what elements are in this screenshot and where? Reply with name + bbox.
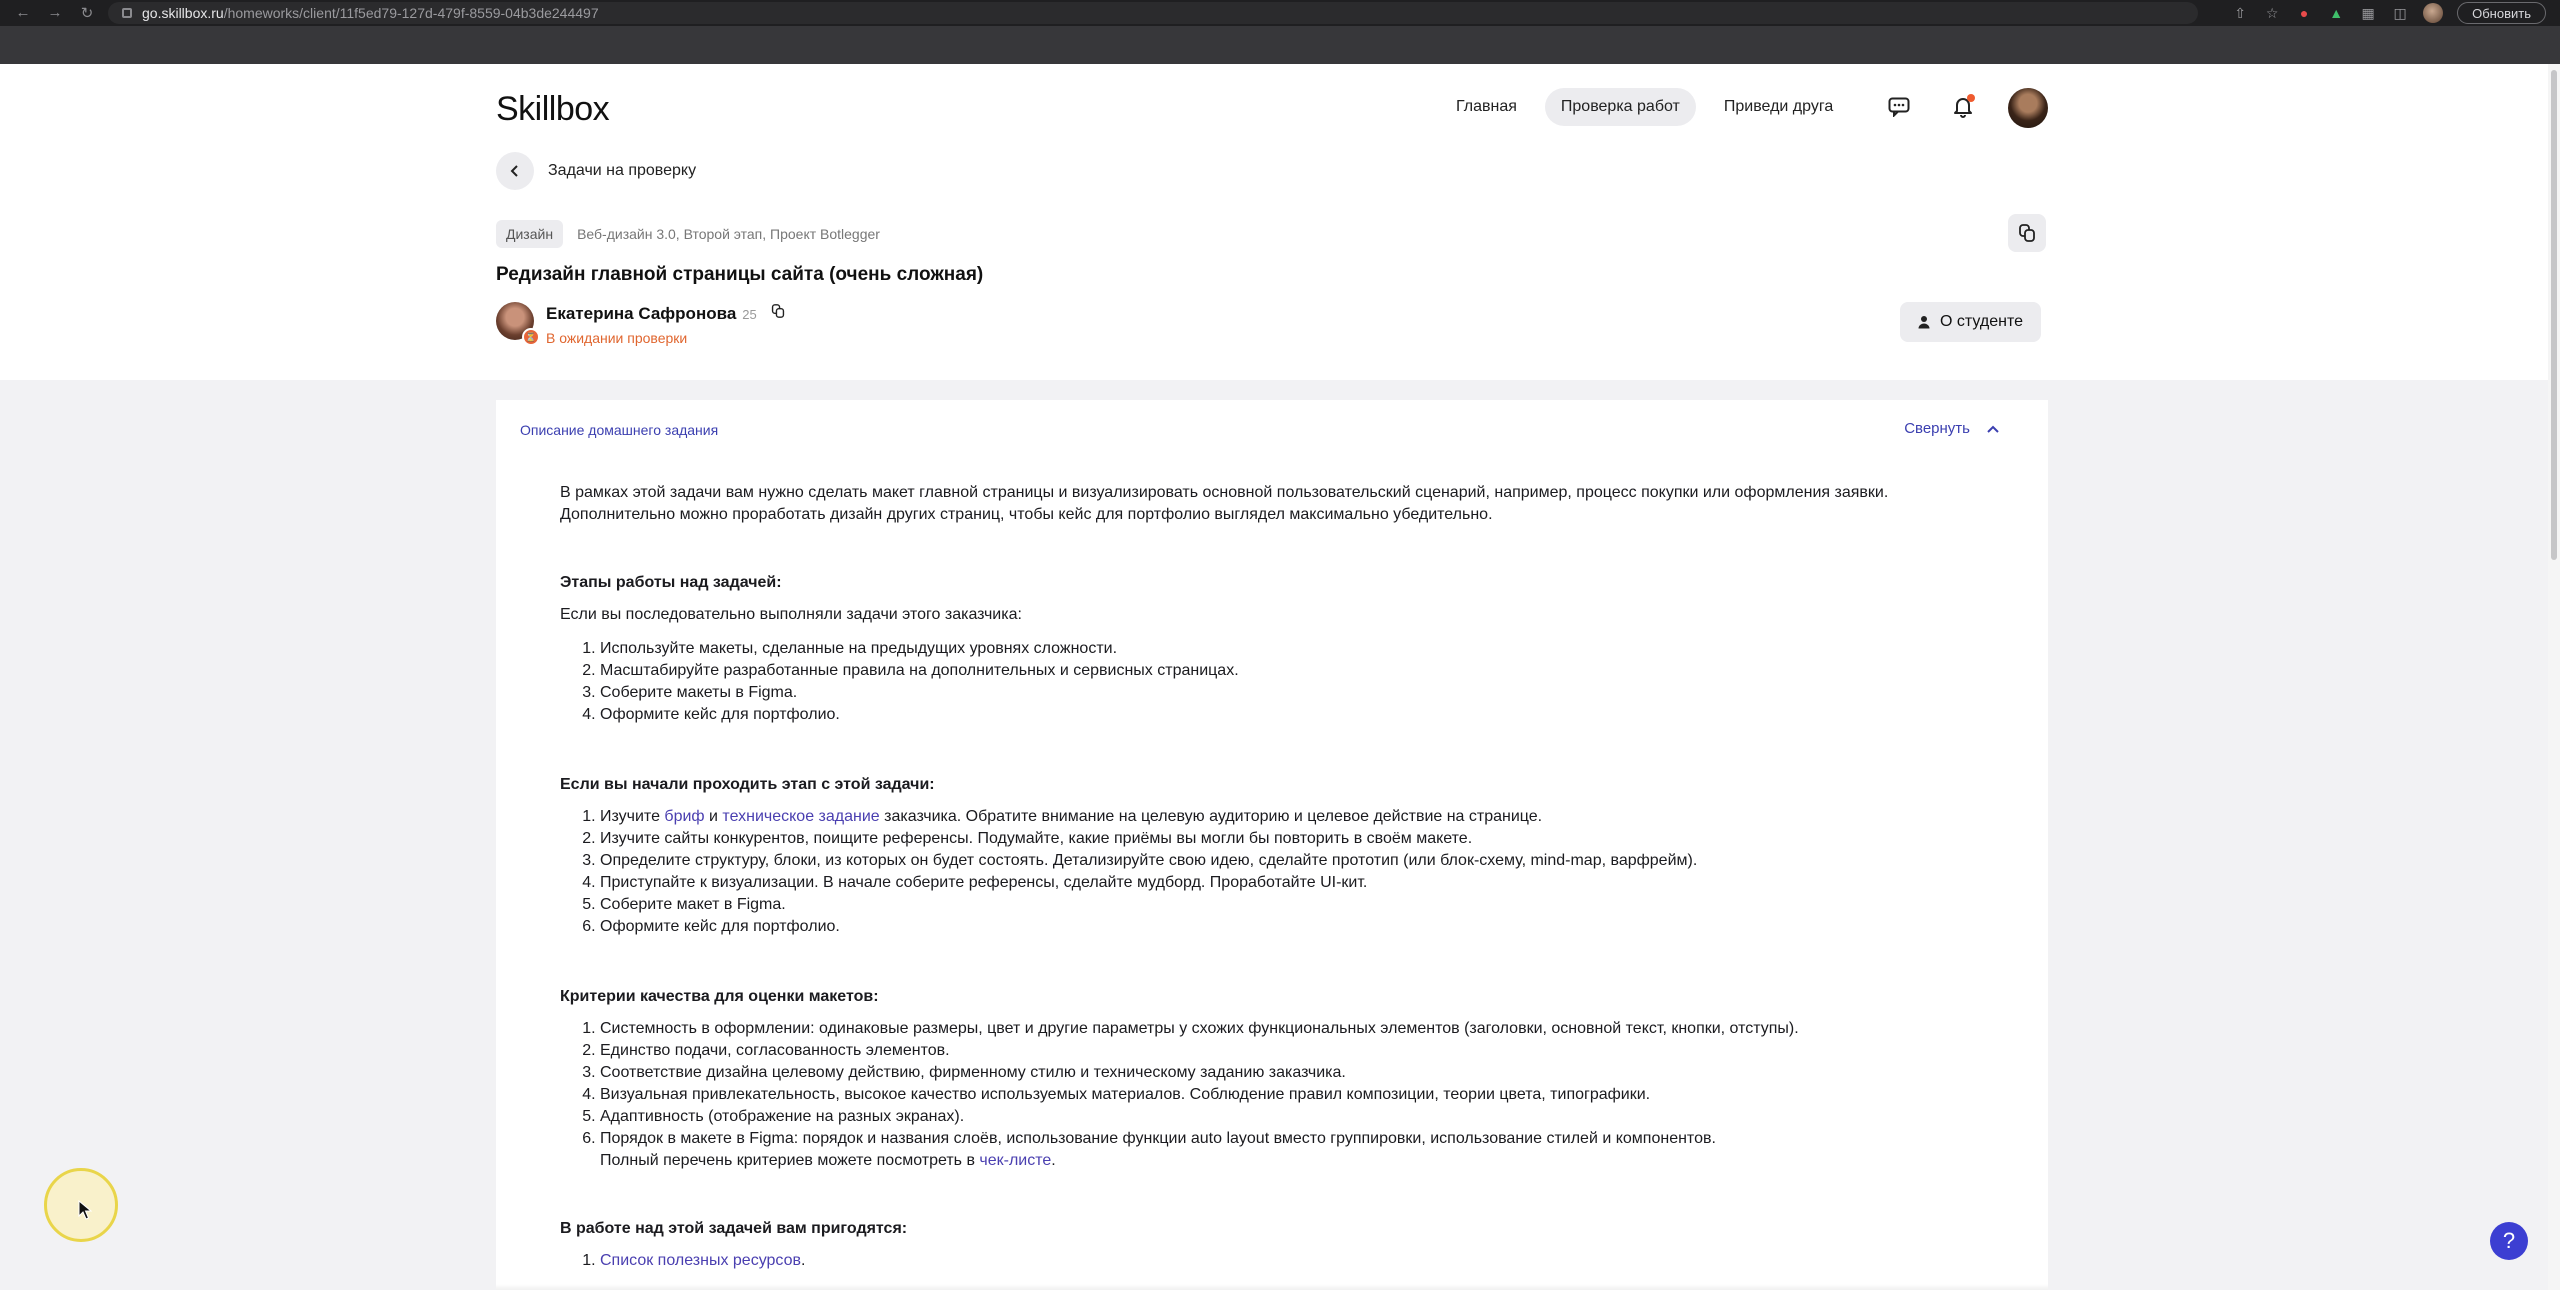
scrollbar-thumb[interactable]	[2551, 70, 2557, 560]
chevron-left-icon	[510, 165, 518, 177]
copy-icon	[2019, 224, 2035, 242]
homework-description-card: Описание домашнего задания Свернуть В ра…	[496, 400, 2048, 1290]
user-avatar[interactable]	[2008, 88, 2048, 128]
list-item: Список полезных ресурсов.	[600, 1250, 2000, 1272]
useful-resources-link[interactable]: Список полезных ресурсов	[600, 1252, 801, 1269]
description-body: В рамках этой задачи вам нужно сделать м…	[560, 482, 2000, 1272]
copy-student-button[interactable]	[771, 303, 785, 324]
list-item: Используйте макеты, сделанные на предыду…	[600, 638, 2000, 660]
browser-actions: ⇧ ☆ ● ▲ ▦ ◫ Обновить	[2231, 2, 2546, 24]
list-item: Изучите бриф и техническое задание заказ…	[600, 806, 2000, 828]
list-item: Изучите сайты конкурентов, поищите рефер…	[600, 828, 2000, 850]
about-student-button[interactable]: О студенте	[1900, 302, 2041, 342]
bookmarks-strip	[0, 26, 2560, 64]
copy-link-button[interactable]	[2008, 214, 2046, 252]
criteria-title: Критерии качества для оценки макетов:	[560, 988, 879, 1005]
nav-item-home[interactable]: Главная	[1440, 88, 1533, 126]
category-tag: Дизайн	[496, 220, 564, 248]
chat-icon[interactable]	[1882, 90, 1916, 124]
list-item: Оформите кейс для портфолио.	[600, 704, 2000, 726]
profile-avatar-icon[interactable]	[2423, 3, 2444, 23]
list-item: Определите структуру, блоки, из которых …	[600, 850, 2000, 872]
back-link-label[interactable]: Задачи на проверку	[548, 162, 696, 180]
bell-icon[interactable]	[1946, 90, 1980, 124]
useful-list: Список полезных ресурсов.	[600, 1250, 2000, 1272]
stages-title: Этапы работы над задачей:	[560, 574, 782, 591]
brief-link[interactable]: бриф	[664, 808, 704, 825]
list-item: Порядок в макете в Figma: порядок и назв…	[600, 1128, 2000, 1172]
list-item: Адаптивность (отображение на разных экра…	[600, 1106, 2000, 1128]
tech-spec-link[interactable]: техническое задание	[722, 808, 879, 825]
sidebar-icon[interactable]: ◫	[2391, 4, 2409, 22]
intro-line-1: В рамках этой задачи вам нужно сделать м…	[560, 484, 1889, 501]
student-age: 25	[742, 307, 757, 322]
task-title: Редизайн главной страницы сайта (очень с…	[496, 264, 984, 285]
review-status: В ожидании проверки	[546, 330, 688, 346]
list-item: Системность в оформлении: одинаковые раз…	[600, 1018, 2000, 1040]
about-student-label: О студенте	[1940, 313, 2023, 330]
start-list: Изучите бриф и техническое задание заказ…	[600, 806, 2000, 938]
browser-toolbar: ← → ↻ go.skillbox.ru/homeworks/client/11…	[0, 0, 2560, 26]
list-item: Единство подачи, согласованность элемент…	[600, 1040, 2000, 1062]
puzzle-extensions-icon[interactable]: ▦	[2359, 4, 2377, 22]
copy-icon	[771, 304, 784, 318]
useful-title: В работе над этой задачей вам пригодятся…	[560, 1220, 908, 1237]
mouse-cursor-icon	[78, 1200, 92, 1220]
back-arrow-icon[interactable]: ←	[14, 4, 32, 22]
reload-icon[interactable]: ↻	[78, 4, 96, 22]
forward-arrow-icon[interactable]: →	[46, 4, 64, 22]
back-navigation: Задачи на проверку	[496, 152, 696, 190]
list-item: Соберите макеты в Figma.	[600, 682, 2000, 704]
criteria-note: Полный перечень критериев можете посмотр…	[600, 1152, 1056, 1169]
lock-icon	[122, 8, 132, 18]
intro-line-2: Дополнительно можно проработать дизайн д…	[560, 506, 1493, 523]
skillbox-logo[interactable]: Skillbox	[496, 90, 610, 129]
checklist-link[interactable]: чек-листе	[979, 1152, 1051, 1169]
collapse-label: Свернуть	[1904, 420, 1970, 437]
back-button[interactable]	[496, 152, 534, 190]
student-info: ⏳ Екатерина Сафронова 25 В ожидании пров…	[496, 302, 785, 346]
nav-item-review[interactable]: Проверка работ	[1544, 88, 1696, 126]
list-item: Соберите макет в Figma.	[600, 894, 2000, 916]
collapse-button[interactable]: Свернуть	[1904, 420, 2000, 437]
stages-list: Используйте макеты, сделанные на предыду…	[600, 638, 2000, 726]
chevron-up-icon	[1987, 425, 1999, 433]
student-avatar: ⏳	[496, 302, 540, 346]
help-button[interactable]: ?	[2490, 1222, 2528, 1260]
browser-nav: ← → ↻	[0, 4, 96, 22]
status-badge-icon: ⏳	[522, 328, 540, 346]
list-item: Приступайте к визуализации. В начале соб…	[600, 872, 2000, 894]
page-header: Skillbox Главная Проверка работ Приведи …	[0, 64, 2548, 380]
student-name: Екатерина Сафронова	[546, 304, 737, 323]
description-header[interactable]: Описание домашнего задания	[520, 422, 718, 438]
address-bar[interactable]: go.skillbox.ru/homeworks/client/11f5ed79…	[108, 2, 2198, 24]
share-icon[interactable]: ⇧	[2231, 4, 2249, 22]
task-meta: Дизайн Веб-дизайн 3.0, Второй этап, Прое…	[496, 220, 880, 248]
extension-icon[interactable]: ▲	[2327, 4, 2345, 22]
top-navigation: Главная Проверка работ Приведи друга	[1440, 88, 1849, 126]
person-icon	[1918, 316, 1930, 329]
criteria-list: Системность в оформлении: одинаковые раз…	[600, 1018, 2000, 1172]
pinterest-extension-icon[interactable]: ●	[2295, 4, 2313, 22]
list-item: Соответствие дизайна целевому действию, …	[600, 1062, 2000, 1084]
star-icon[interactable]: ☆	[2263, 4, 2281, 22]
notification-dot	[1967, 94, 1975, 102]
nav-item-refer-friend[interactable]: Приведи друга	[1708, 88, 1849, 126]
update-browser-button[interactable]: Обновить	[2457, 2, 2546, 24]
url-path: /homeworks/client/11f5ed79-127d-479f-855…	[223, 5, 599, 21]
card-bottom-shadow	[496, 1284, 2048, 1290]
student-details: Екатерина Сафронова 25 В ожидании провер…	[546, 302, 785, 346]
course-path: Веб-дизайн 3.0, Второй этап, Проект Botl…	[577, 226, 880, 242]
list-item: Визуальная привлекательность, высокое ка…	[600, 1084, 2000, 1106]
start-title: Если вы начали проходить этап с этой зад…	[560, 776, 935, 793]
url-host: go.skillbox.ru	[142, 5, 224, 21]
stages-intro: Если вы последовательно выполняли задачи…	[560, 606, 1022, 623]
list-item: Масштабируйте разработанные правила на д…	[600, 660, 2000, 682]
list-item: Оформите кейс для портфолио.	[600, 916, 2000, 938]
student-name-line: Екатерина Сафронова 25	[546, 302, 785, 324]
